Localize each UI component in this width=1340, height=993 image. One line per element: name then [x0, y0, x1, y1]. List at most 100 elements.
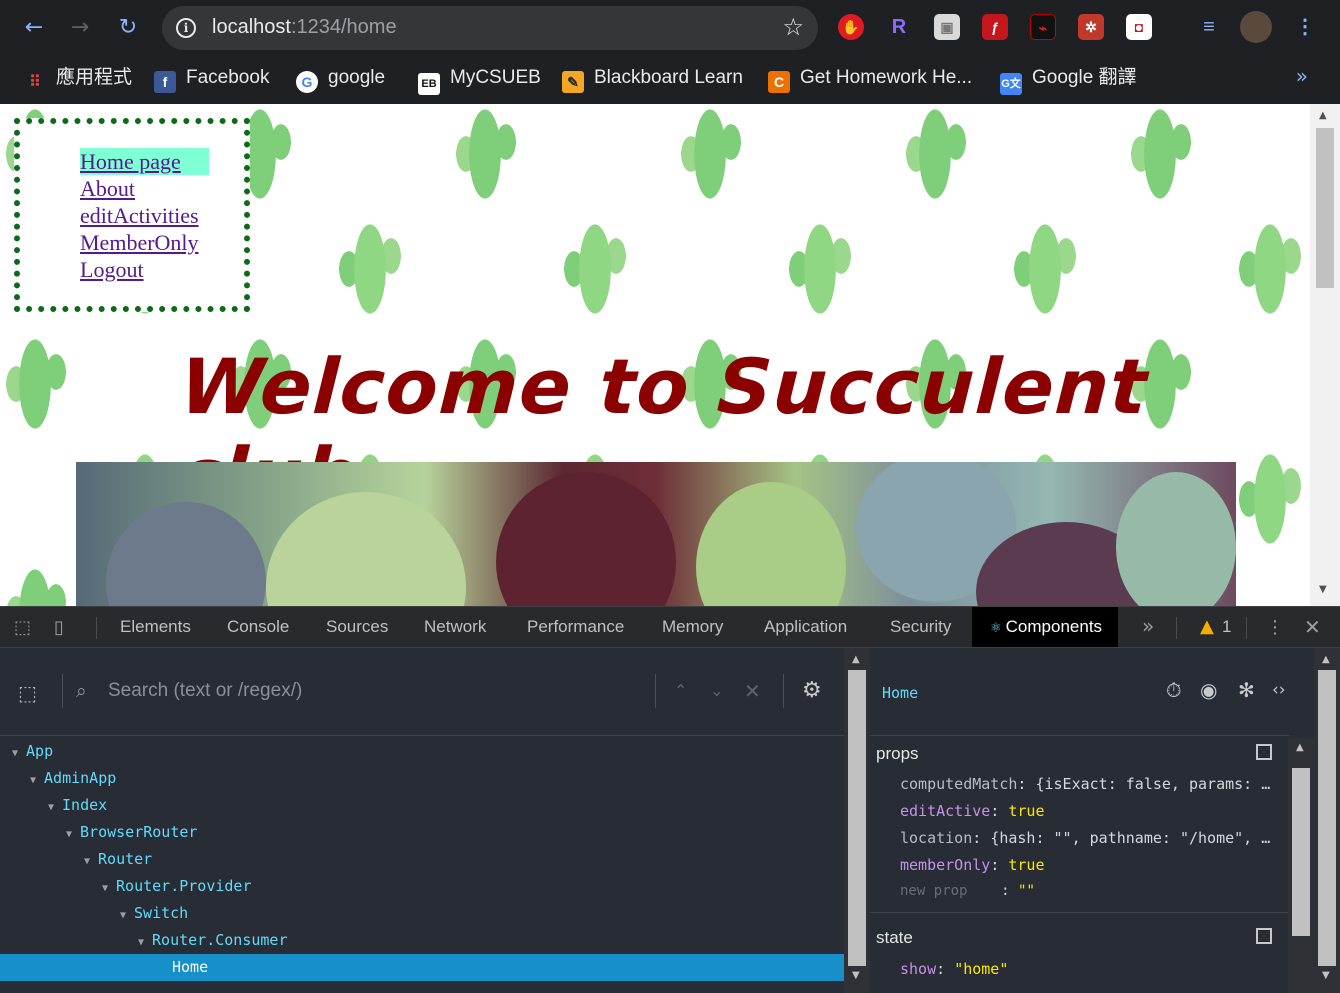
close-devtools-icon[interactable]: ✕ — [1304, 615, 1321, 639]
tab-application[interactable]: Application — [764, 617, 847, 637]
tree-node[interactable]: ▼ App — [0, 738, 844, 765]
inspect-element-icon[interactable]: ⬚ — [14, 617, 31, 638]
eye-icon[interactable]: ◉ — [1200, 678, 1217, 702]
tree-node[interactable]: ▼ Switch — [0, 900, 844, 927]
menu-icon[interactable]: ⋮ — [1292, 14, 1318, 40]
nav-edit-activities-link[interactable]: editActivities — [80, 202, 209, 229]
tree-node[interactable]: ▼ AdminApp — [0, 765, 844, 792]
tree-scrollbar[interactable]: ▲ ▼ — [844, 648, 870, 993]
flash-icon[interactable]: ƒ — [982, 14, 1008, 40]
bookmark-chegg[interactable]: C Get Homework He... — [768, 66, 972, 93]
tree-node-label: Router — [98, 850, 153, 868]
tab-performance[interactable]: Performance — [527, 617, 624, 637]
devtools-scroll-thumb[interactable] — [1318, 670, 1336, 966]
bookmarks-overflow-button[interactable]: » — [1296, 64, 1308, 88]
tree-node[interactable]: ▼ Router.Consumer — [0, 927, 844, 954]
tree-node[interactable]: ▼ Router — [0, 846, 844, 873]
collapse-icon[interactable]: ▼ — [66, 821, 72, 848]
tab-memory[interactable]: Memory — [662, 617, 723, 637]
forward-icon[interactable]: → — [66, 14, 94, 42]
pdf-icon[interactable]: ⌁ — [1030, 14, 1056, 40]
copy-props-icon[interactable] — [1256, 744, 1272, 760]
bookmark-translate[interactable]: G文 Google 翻譯 — [1000, 66, 1137, 95]
site-info-icon[interactable]: i — [176, 18, 196, 38]
site-nav: Home page About editActivities MemberOnl… — [80, 148, 209, 283]
tab-console[interactable]: Console — [227, 617, 289, 637]
inspector-scroll-thumb[interactable] — [1292, 768, 1310, 936]
nav-logout-link[interactable]: Logout — [80, 256, 209, 283]
new-prop-row[interactable]: new prop : "" — [900, 883, 1278, 899]
bookmark-google[interactable]: Ggoogle — [296, 66, 385, 93]
bookmark-mycsueb[interactable]: EB MyCSUEB — [418, 66, 541, 95]
react-icon[interactable]: ✲ — [1078, 14, 1104, 40]
props-section-title: props — [876, 744, 919, 763]
copy-state-icon[interactable] — [1256, 928, 1272, 944]
page-scroll-thumb[interactable] — [1316, 128, 1334, 288]
profile-avatar[interactable] — [1240, 11, 1272, 43]
search-next-icon[interactable]: ⌄ — [710, 681, 723, 700]
tree-node[interactable]: ▼ Index — [0, 792, 844, 819]
prop-row[interactable]: editActive: true — [900, 802, 1278, 820]
devtools-scrollbar[interactable]: ▲ ▼ — [1314, 648, 1340, 993]
reload-icon[interactable]: ↻ — [114, 14, 142, 42]
nav-home-link[interactable]: Home page — [80, 148, 209, 175]
collapse-icon[interactable]: ▼ — [30, 767, 36, 794]
bookmark-blackboard[interactable]: ✎ Blackboard Learn — [562, 66, 743, 93]
tab-network[interactable]: Network — [424, 617, 486, 637]
tab-sources[interactable]: Sources — [326, 617, 388, 637]
tree-node-label: Home — [172, 958, 209, 976]
select-element-icon[interactable]: ⬚ — [18, 681, 37, 705]
collapse-icon[interactable]: ▼ — [12, 740, 18, 767]
state-row[interactable]: show: "home" — [900, 960, 1278, 978]
inspector-scrollbar[interactable]: ▲ — [1288, 738, 1314, 993]
collapse-icon[interactable]: ▼ — [138, 929, 144, 956]
tree-node[interactable]: ▼ Router.Provider — [0, 873, 844, 900]
view-source-icon[interactable]: ‹› — [1272, 680, 1286, 700]
mcafee-icon[interactable]: ◘ — [1126, 14, 1152, 40]
bookmarks-bar: ⠿ 應用程式 f Facebook Ggoogle EB MyCSUEB ✎ Black… — [0, 56, 1340, 104]
devtools-tabbar: ⬚ ▯ Elements Console Sources Network Per… — [0, 606, 1340, 648]
settings-gear-icon[interactable]: ⚙ — [802, 678, 822, 703]
tree-node[interactable]: ▼ BrowserRouter — [0, 819, 844, 846]
adblock-icon[interactable]: ✋ — [838, 14, 864, 40]
bookmark-apps[interactable]: ⠿ 應用程式 — [24, 66, 132, 91]
tab-elements[interactable]: Elements — [120, 617, 191, 637]
prop-row[interactable]: memberOnly: true — [900, 856, 1278, 874]
playlist-icon[interactable]: ≡ — [1196, 14, 1222, 40]
box-icon[interactable]: ▣ — [934, 14, 960, 40]
facebook-icon: f — [154, 71, 176, 93]
chegg-icon: C — [768, 71, 790, 93]
nav-member-only-link[interactable]: MemberOnly — [80, 229, 209, 256]
url-text[interactable]: localhost:1234/home — [212, 16, 397, 39]
tree-node-label: Router.Provider — [116, 877, 252, 895]
collapse-icon[interactable]: ▼ — [84, 848, 90, 875]
devtools-menu-icon[interactable]: ⋮ — [1266, 617, 1284, 638]
prop-row[interactable]: ▶location: {hash: "", pathname: "/home",… — [900, 829, 1278, 847]
translate-icon: G文 — [1000, 73, 1022, 95]
warning-icon[interactable]: ▲ — [1200, 616, 1214, 637]
tree-node[interactable]: Home — [0, 954, 844, 981]
back-icon[interactable]: ← — [20, 14, 48, 42]
nav-about-link[interactable]: About — [80, 175, 209, 202]
tree-scroll-thumb[interactable] — [848, 670, 866, 966]
collapse-icon[interactable]: ▼ — [120, 902, 126, 929]
bug-icon[interactable]: ✻ — [1238, 678, 1255, 702]
more-tabs-button[interactable]: » — [1142, 614, 1154, 638]
search-clear-icon[interactable]: ✕ — [744, 679, 761, 703]
page-scrollbar[interactable]: ▲ ▼ — [1310, 104, 1340, 606]
bookmark-facebook[interactable]: f Facebook — [154, 66, 269, 93]
address-bar[interactable]: i localhost:1234/home ☆ — [162, 6, 818, 50]
warning-count[interactable]: 1 — [1222, 617, 1231, 637]
search-prev-icon[interactable]: ⌃ — [674, 681, 687, 700]
collapse-icon[interactable]: ▼ — [102, 875, 108, 902]
collapse-icon[interactable]: ▼ — [48, 794, 54, 821]
bookmark-star-icon[interactable]: ☆ — [782, 13, 804, 41]
tab-security[interactable]: Security — [890, 617, 951, 637]
device-toolbar-icon[interactable]: ▯ — [54, 617, 64, 638]
r-icon[interactable]: R — [886, 14, 912, 40]
prop-row[interactable]: ▶computedMatch: {isExact: false, params:… — [900, 775, 1278, 793]
stopwatch-icon[interactable]: ⏱ — [1166, 678, 1182, 702]
search-input[interactable]: Search (text or /regex/) — [108, 680, 302, 702]
tab-components[interactable]: ⚛ Components — [972, 607, 1119, 647]
selected-component-name: Home — [882, 684, 919, 702]
